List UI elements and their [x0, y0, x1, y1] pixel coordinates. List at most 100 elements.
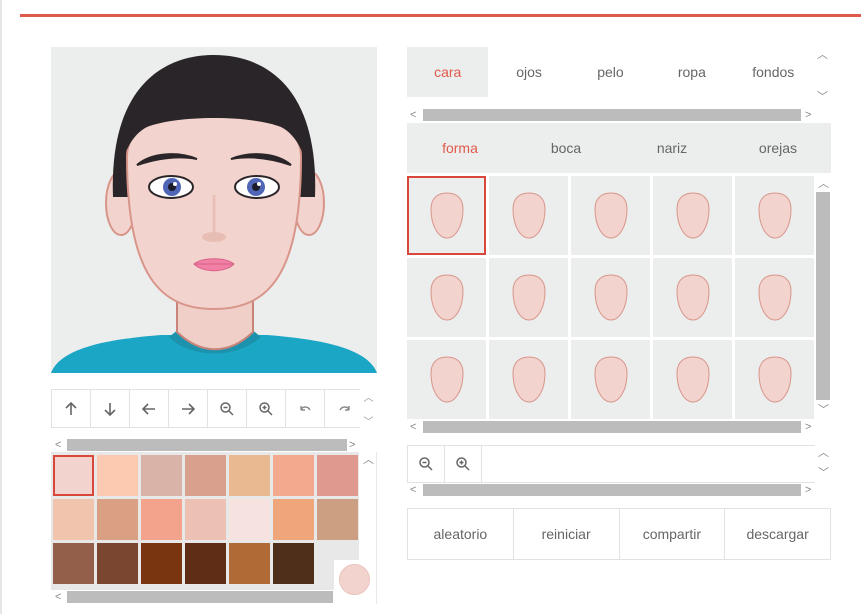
- subtab-boca[interactable]: boca: [513, 123, 619, 173]
- subtab-nariz[interactable]: nariz: [619, 123, 725, 173]
- zoom-out-icon: [220, 401, 234, 416]
- skin-color-swatch[interactable]: [53, 543, 94, 584]
- subtab-forma[interactable]: forma: [407, 123, 513, 173]
- custom-color-picker[interactable]: [334, 560, 374, 600]
- shapes-vertical-scrollbar[interactable]: ︿ ﹀: [815, 176, 831, 420]
- skin-color-swatch[interactable]: [97, 499, 138, 540]
- move-down-button[interactable]: [91, 390, 130, 427]
- skin-color-swatch[interactable]: [53, 499, 94, 540]
- reset-button[interactable]: reiniciar: [514, 509, 620, 559]
- item-zoom-in-button[interactable]: [445, 446, 482, 482]
- scroll-right-icon[interactable]: >: [349, 439, 355, 451]
- scroll-thumb[interactable]: [67, 591, 333, 603]
- zoom-vertical-scrollbar[interactable]: ︿ ﹀: [815, 445, 831, 483]
- skin-color-swatch[interactable]: [141, 499, 182, 540]
- tab-ojos[interactable]: ojos: [488, 47, 569, 97]
- zoom-out-button[interactable]: [208, 390, 247, 427]
- zoom-in-button[interactable]: [247, 390, 286, 427]
- face-shape-option[interactable]: [407, 258, 486, 337]
- download-button[interactable]: descargar: [725, 509, 830, 559]
- palette-top-scrollbar[interactable]: < >: [51, 438, 377, 452]
- skin-color-swatch[interactable]: [97, 455, 138, 496]
- shapes-horizontal-scrollbar[interactable]: < >: [407, 420, 831, 434]
- skin-color-swatch[interactable]: [185, 455, 226, 496]
- skin-color-swatch[interactable]: [185, 499, 226, 540]
- redo-button[interactable]: [325, 390, 364, 427]
- skin-color-swatch[interactable]: [53, 455, 94, 496]
- scroll-left-icon[interactable]: <: [55, 591, 61, 603]
- skin-color-swatch[interactable]: [229, 499, 270, 540]
- scroll-down-icon[interactable]: ﹀: [364, 413, 374, 428]
- scroll-left-icon[interactable]: <: [410, 109, 416, 121]
- scroll-up-icon[interactable]: ︿: [363, 454, 374, 466]
- scroll-down-icon[interactable]: ﹀: [818, 467, 829, 479]
- action-bar: aleatorio reiniciar compartir descargar: [407, 508, 831, 560]
- item-zoom-out-button[interactable]: [408, 446, 445, 482]
- arrow-left-icon: [141, 402, 155, 415]
- face-shape-option[interactable]: [735, 340, 814, 419]
- skin-color-swatch[interactable]: [273, 455, 314, 496]
- scroll-up-icon[interactable]: ︿: [818, 178, 829, 190]
- share-button[interactable]: compartir: [620, 509, 726, 559]
- face-shape-option[interactable]: [407, 176, 486, 255]
- skin-color-swatch[interactable]: [141, 543, 182, 584]
- skin-color-swatch[interactable]: [317, 455, 358, 496]
- face-shape-option[interactable]: [571, 340, 650, 419]
- scroll-right-icon[interactable]: >: [805, 109, 811, 121]
- skin-color-swatch[interactable]: [141, 455, 182, 496]
- face-shape-option[interactable]: [571, 258, 650, 337]
- skin-color-swatch[interactable]: [185, 543, 226, 584]
- face-shape-option[interactable]: [653, 258, 732, 337]
- face-shape-option[interactable]: [489, 258, 568, 337]
- scroll-thumb[interactable]: [423, 421, 801, 433]
- face-shape-option[interactable]: [489, 340, 568, 419]
- tab-ropa[interactable]: ropa: [651, 47, 732, 97]
- skin-color-swatch[interactable]: [229, 455, 270, 496]
- scroll-down-icon[interactable]: ﹀: [818, 404, 829, 416]
- scroll-up-icon[interactable]: ︿: [817, 49, 828, 61]
- zoom-horizontal-scrollbar[interactable]: < >: [407, 483, 831, 497]
- toolbar-scrollbar[interactable]: ︿ ﹀: [360, 389, 377, 428]
- face-shape-icon: [429, 355, 464, 403]
- face-shape-option[interactable]: [735, 258, 814, 337]
- face-shape-option[interactable]: [653, 340, 732, 419]
- move-up-button[interactable]: [52, 390, 91, 427]
- scroll-right-icon[interactable]: >: [805, 484, 811, 496]
- scroll-down-icon[interactable]: ﹀: [817, 91, 828, 103]
- move-right-button[interactable]: [169, 390, 208, 427]
- face-shape-option[interactable]: [735, 176, 814, 255]
- face-shape-option[interactable]: [489, 176, 568, 255]
- skin-color-swatch[interactable]: [229, 543, 270, 584]
- face-shape-option[interactable]: [653, 176, 732, 255]
- tab-cara[interactable]: cara: [407, 47, 489, 97]
- subtab-orejas[interactable]: orejas: [725, 123, 831, 173]
- skin-color-swatch[interactable]: [273, 543, 314, 584]
- face-shape-icon: [511, 355, 546, 403]
- tab-fondos[interactable]: fondos: [733, 47, 814, 97]
- scroll-up-icon[interactable]: ︿: [364, 389, 374, 404]
- skin-color-swatch[interactable]: [317, 499, 358, 540]
- move-left-button[interactable]: [130, 390, 169, 427]
- tabs-horizontal-scrollbar[interactable]: < >: [407, 107, 831, 123]
- scroll-left-icon[interactable]: <: [410, 484, 416, 496]
- scroll-thumb[interactable]: [423, 484, 801, 496]
- palette-bottom-scrollbar[interactable]: <: [51, 590, 360, 604]
- top-accent-line: [20, 14, 861, 17]
- face-shape-option[interactable]: [571, 176, 650, 255]
- scroll-thumb[interactable]: [423, 109, 801, 121]
- tab-pelo[interactable]: pelo: [570, 47, 651, 97]
- scroll-thumb[interactable]: [67, 439, 347, 451]
- scroll-thumb[interactable]: [816, 192, 830, 400]
- undo-button[interactable]: [286, 390, 325, 427]
- face-subtabs: forma boca nariz orejas: [407, 123, 831, 173]
- tabs-vertical-scrollbar[interactable]: ︿ ﹀: [814, 47, 831, 107]
- scroll-left-icon[interactable]: <: [410, 421, 416, 433]
- skin-color-swatch[interactable]: [97, 543, 138, 584]
- scroll-left-icon[interactable]: <: [55, 439, 61, 451]
- scroll-up-icon[interactable]: ︿: [818, 447, 829, 459]
- scroll-right-icon[interactable]: >: [805, 421, 811, 433]
- face-shape-icon: [675, 355, 710, 403]
- face-shape-option[interactable]: [407, 340, 486, 419]
- random-button[interactable]: aleatorio: [408, 509, 514, 559]
- skin-color-swatch[interactable]: [273, 499, 314, 540]
